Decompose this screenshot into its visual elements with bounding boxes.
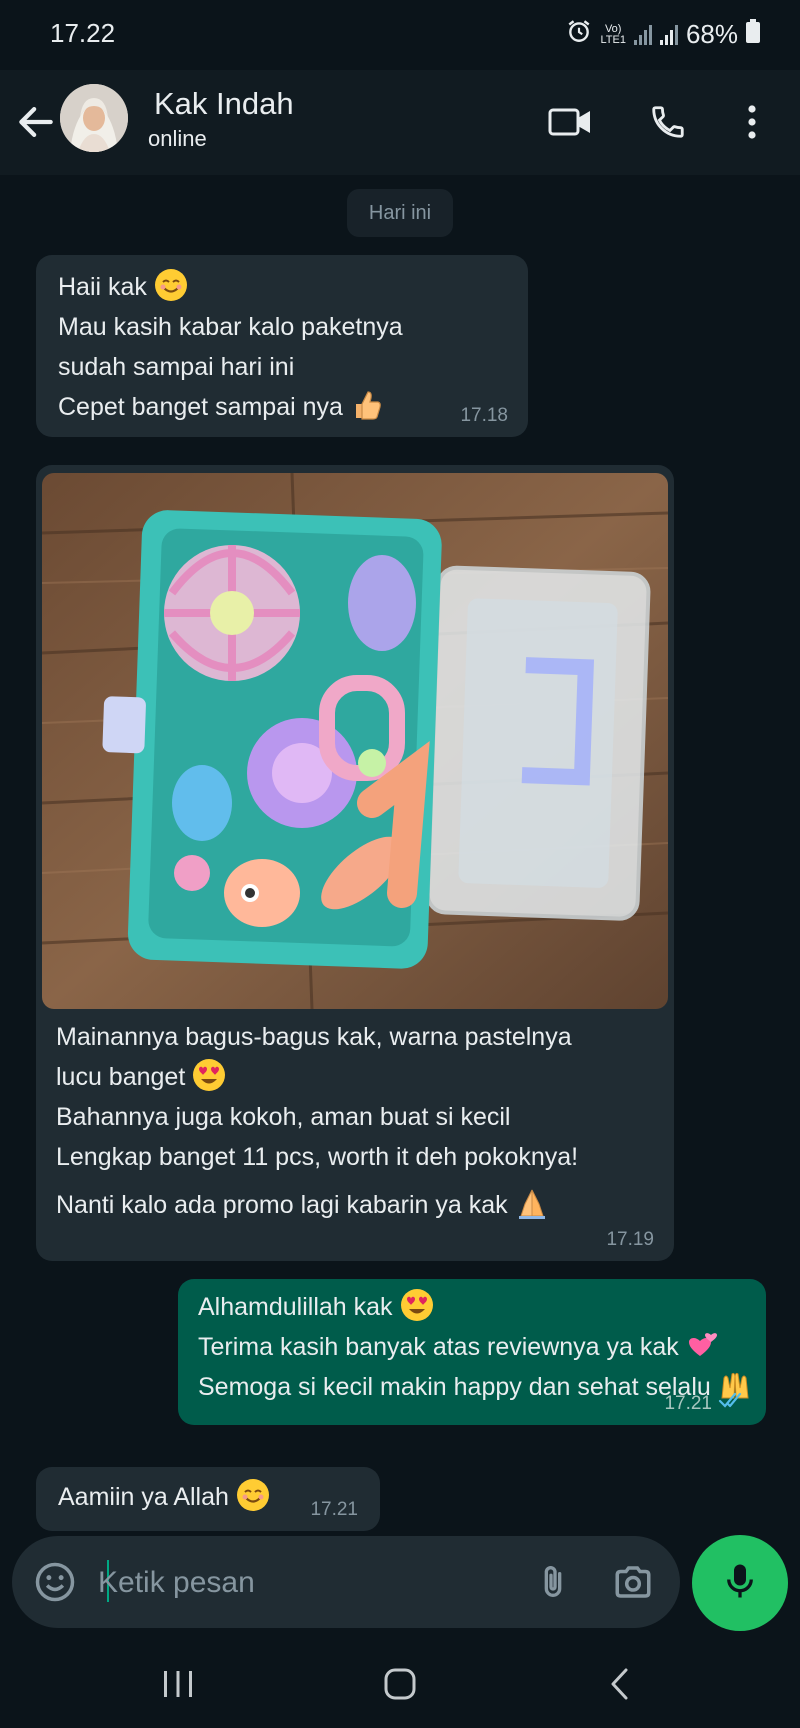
- battery-percent: 68%: [685, 19, 738, 49]
- avatar[interactable]: [60, 84, 128, 152]
- message-input[interactable]: [96, 1558, 520, 1608]
- message-line: Bahannya juga kokoh, aman buat si kecil: [56, 1103, 511, 1131]
- folded-hands-emoji-icon: [518, 1189, 545, 1219]
- message-line: Terima kasih banyak atas reviewnya ya ka…: [198, 1333, 679, 1361]
- signal-icon: [659, 24, 678, 45]
- message-line: Semoga si kecil makin happy dan sehat se…: [198, 1373, 711, 1401]
- message-caption: Mainannya bagus-bagus kak, warna pasteln…: [56, 1017, 578, 1225]
- chat-header: Kak Indah online: [0, 70, 800, 175]
- volte-bottom: LTE1: [600, 33, 626, 46]
- message-time: 17.21: [310, 1499, 358, 1520]
- message-line: Alhamdulillah kak: [198, 1293, 393, 1321]
- message-line: Aamiin ya Allah: [58, 1483, 229, 1511]
- message-text: Alhamdulillah kak Terima kasih banyak at…: [198, 1287, 752, 1407]
- message-line: lucu banget: [56, 1063, 186, 1091]
- phone-icon[interactable]: [642, 96, 694, 148]
- double-check-icon: [718, 1390, 748, 1415]
- message-text: Aamiin ya Allah: [58, 1477, 270, 1517]
- status-bar: 17.22 Vo) LTE1 68%: [0, 0, 800, 70]
- signal-icon: [633, 24, 652, 45]
- message-text: Haii kak Mau kasih kabar kalo paketnya s…: [58, 267, 403, 427]
- mic-button[interactable]: [692, 1535, 788, 1631]
- contact-status: online: [148, 126, 207, 151]
- smiling-face-emoji-icon: [154, 269, 187, 301]
- emoji-icon[interactable]: [30, 1557, 80, 1607]
- home-icon[interactable]: [370, 1658, 430, 1710]
- status-time: 17.22: [50, 18, 116, 48]
- nav-back-icon[interactable]: [590, 1658, 650, 1710]
- message-composer: [12, 1536, 680, 1628]
- date-chip: Hari ini: [347, 189, 453, 237]
- system-nav-bar: [0, 1640, 800, 1728]
- message-line: Cepet banget sampai nya: [58, 393, 343, 421]
- message-line: sudah sampai hari ini: [58, 353, 295, 381]
- incoming-message[interactable]: Haii kak Mau kasih kabar kalo paketnya s…: [36, 255, 528, 437]
- alarm-icon: [566, 18, 592, 51]
- message-line: Nanti kalo ada promo lagi kabarin ya kak: [56, 1191, 508, 1219]
- volte-indicator: Vo) LTE1: [600, 23, 626, 46]
- recent-apps-icon[interactable]: [148, 1658, 208, 1710]
- heart-eyes-emoji-icon: [400, 1289, 433, 1321]
- attach-icon[interactable]: [528, 1557, 578, 1607]
- mic-icon: [722, 1561, 758, 1606]
- message-line: Mainannya bagus-bagus kak, warna pasteln…: [56, 1023, 572, 1051]
- message-line: Haii kak: [58, 273, 147, 301]
- battery-icon: [746, 19, 760, 50]
- two-hearts-emoji-icon: [688, 1333, 717, 1356]
- more-vertical-icon[interactable]: [726, 96, 778, 148]
- outgoing-message[interactable]: Alhamdulillah kak Terima kasih banyak at…: [178, 1279, 766, 1425]
- message-line: Mau kasih kabar kalo paketnya: [58, 313, 403, 341]
- message-line: Lengkap banget 11 pcs, worth it deh poko…: [56, 1143, 579, 1171]
- message-time: 17.21: [664, 1393, 712, 1414]
- thumbs-up-emoji-icon: [355, 391, 381, 420]
- message-time: 17.19: [606, 1229, 654, 1250]
- smiling-face-emoji-icon: [236, 1479, 269, 1511]
- incoming-message[interactable]: Aamiin ya Allah 17.21: [36, 1467, 380, 1531]
- incoming-photo-message[interactable]: Mainannya bagus-bagus kak, warna pasteln…: [36, 465, 674, 1261]
- contact-name[interactable]: Kak Indah: [154, 86, 294, 122]
- message-photo[interactable]: [42, 473, 668, 1009]
- heart-eyes-emoji-icon: [193, 1059, 226, 1091]
- message-time: 17.18: [460, 405, 508, 426]
- camera-icon[interactable]: [608, 1557, 658, 1607]
- back-arrow-icon[interactable]: [14, 100, 58, 144]
- chat-area[interactable]: Hari ini Haii kak Mau kasih kabar kalo p…: [0, 175, 800, 1540]
- status-icons: Vo) LTE1 68%: [566, 18, 760, 51]
- video-call-icon[interactable]: [544, 96, 596, 148]
